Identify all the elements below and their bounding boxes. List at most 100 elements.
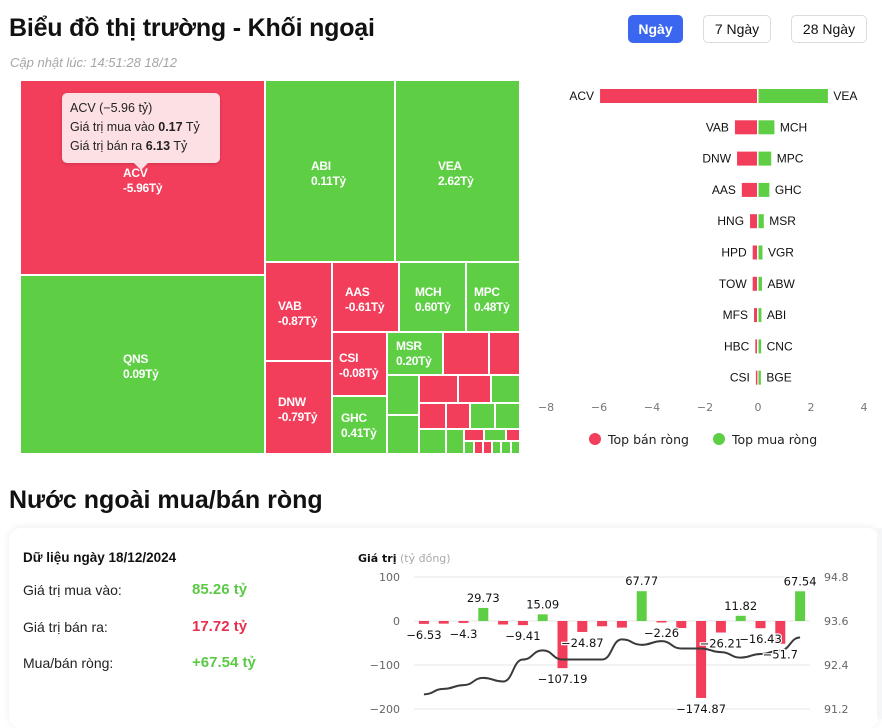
treemap-cell-vea[interactable]: VEA 2.62Tỷ xyxy=(395,80,520,262)
data-label: −9.41 xyxy=(505,629,540,643)
treemap-cell[interactable] xyxy=(419,375,458,403)
data-label: −107.19 xyxy=(538,672,588,686)
data-label: 29.73 xyxy=(467,591,500,605)
bar-label-buy: CNC xyxy=(767,339,793,353)
bar-buy xyxy=(758,339,762,354)
cell-value: 0.20Tỷ xyxy=(396,354,432,368)
treemap-cell[interactable] xyxy=(458,375,491,403)
treemap-cell[interactable] xyxy=(501,441,511,454)
treemap-cell[interactable] xyxy=(483,441,492,454)
bar xyxy=(616,621,627,628)
y-tick-label: 100 xyxy=(379,571,400,584)
cell-ticker: MSR xyxy=(396,339,422,353)
cell-value: 0.48Tỷ xyxy=(474,300,510,314)
y-axis-title: Giá trị (tỷ đồng) xyxy=(358,552,451,565)
data-date-title: Dữ liệu ngày 18/12/2024 xyxy=(23,550,177,565)
bar-buy xyxy=(758,151,772,166)
treemap-cell[interactable] xyxy=(387,415,419,454)
bar-label-buy: ABI xyxy=(767,308,786,322)
sell-value-label: Giá trị bán ra: xyxy=(23,619,108,635)
bar-sell xyxy=(600,89,757,103)
x-tick-label: 0 xyxy=(755,401,762,414)
treemap-cell[interactable] xyxy=(511,441,520,454)
bar-label-buy: MPC xyxy=(777,152,804,166)
updated-timestamp: Cập nhật lúc: 14:51:28 18/12 xyxy=(10,55,177,70)
bar xyxy=(498,621,509,625)
cell-ticker: MCH xyxy=(415,285,442,299)
treemap-tooltip: ACV (−5.96 tỷ) Giá trị mua vào 0.17 Tỷ G… xyxy=(62,93,220,170)
bar-buy xyxy=(758,370,761,385)
bar xyxy=(715,621,726,633)
treemap-cell[interactable] xyxy=(464,429,484,441)
treemap-cell-abi[interactable]: ABI 0.11Tỷ xyxy=(265,80,395,262)
bar-sell xyxy=(741,182,757,197)
treemap-cell[interactable] xyxy=(495,403,520,429)
treemap-cell-vab[interactable]: VAB -0.87Tỷ xyxy=(265,262,332,361)
treemap-cell-dnw[interactable]: DNW -0.79Tỷ xyxy=(265,361,332,454)
treemap-cell-csi[interactable]: CSI -0.08Tỷ xyxy=(332,332,387,396)
x-tick-label: −6 xyxy=(591,401,607,414)
treemap-cell-mpc[interactable]: MPC 0.48Tỷ xyxy=(466,262,520,332)
treemap-cell[interactable] xyxy=(484,429,506,441)
tab-28-days[interactable]: 28 Ngày xyxy=(791,15,867,43)
treemap-cell[interactable] xyxy=(443,332,489,375)
bar-sell xyxy=(737,151,757,166)
legend-dot-buy xyxy=(713,433,725,445)
treemap-cell[interactable] xyxy=(419,429,446,454)
cell-ticker: DNW xyxy=(278,395,306,409)
bar-label-sell: CSI xyxy=(730,371,750,385)
bar xyxy=(537,614,548,621)
treemap-cell[interactable] xyxy=(464,441,474,454)
net-flow-chart: Giá trị (tỷ đồng) 100 0 −100 −200 94.8 93.6 92.… xyxy=(358,552,849,717)
treemap-cell[interactable] xyxy=(506,429,520,441)
treemap-cell-aas[interactable]: AAS -0.61Tỷ xyxy=(332,262,399,332)
data-label: −26.21 xyxy=(700,637,743,651)
data-label: −16.43 xyxy=(739,632,782,646)
treemap-cell-ghc[interactable]: GHC 0.41Tỷ xyxy=(332,396,387,454)
x-tick-label: 4 xyxy=(861,401,868,414)
bar xyxy=(577,621,588,632)
treemap-cell-qns[interactable]: QNS 0.09Tỷ xyxy=(20,275,265,454)
treemap-cell[interactable] xyxy=(489,332,520,375)
bar-label-buy: VGR xyxy=(768,246,794,260)
treemap-cell[interactable] xyxy=(446,429,464,454)
bar-sell xyxy=(754,308,757,323)
bar-label-sell: ACV xyxy=(569,89,594,103)
x-tick-label: 2 xyxy=(808,401,815,414)
tooltip-title: ACV (−5.96 tỷ) xyxy=(70,101,153,115)
bar-buy xyxy=(758,182,770,197)
legend-label-sell: Top bán ròng xyxy=(607,432,689,447)
treemap-cell[interactable] xyxy=(474,441,483,454)
treemap-cell[interactable] xyxy=(492,441,501,454)
bar-label-sell: HNG xyxy=(717,214,744,228)
data-label: 11.82 xyxy=(724,599,757,613)
treemap-cell-msr[interactable]: MSR 0.20Tỷ xyxy=(387,332,443,375)
bar xyxy=(735,615,746,621)
tab-day[interactable]: Ngày xyxy=(628,15,683,43)
tab-7-days[interactable]: 7 Ngày xyxy=(703,15,771,43)
treemap-cell[interactable] xyxy=(470,403,495,429)
bar xyxy=(517,621,528,626)
bar-sell xyxy=(734,120,757,135)
cell-value: -0.08Tỷ xyxy=(339,366,379,380)
treemap-cell[interactable] xyxy=(419,403,446,429)
x-tick-label: −4 xyxy=(644,401,660,414)
y2-tick-label: 91.2 xyxy=(824,703,849,716)
y2-tick-label: 93.6 xyxy=(824,615,849,628)
bar-sell xyxy=(752,276,757,291)
treemap-cell-mch[interactable]: MCH 0.60Tỷ xyxy=(399,262,466,332)
bar xyxy=(597,621,608,627)
bar xyxy=(636,591,647,621)
y-tick-label: −200 xyxy=(370,703,400,716)
cell-value: 0.60Tỷ xyxy=(415,300,451,314)
data-label: 15.09 xyxy=(526,597,559,611)
cell-value: -0.87Tỷ xyxy=(278,314,318,328)
bar xyxy=(696,621,707,698)
data-label: −174.87 xyxy=(676,702,726,716)
bar xyxy=(438,621,449,624)
bar-buy xyxy=(758,214,764,229)
treemap-cell[interactable] xyxy=(446,403,470,429)
treemap-cell[interactable] xyxy=(387,375,419,415)
tooltip-buy: Giá trị mua vào 0.17 Tỷ xyxy=(70,120,200,134)
treemap-cell[interactable] xyxy=(491,375,520,403)
